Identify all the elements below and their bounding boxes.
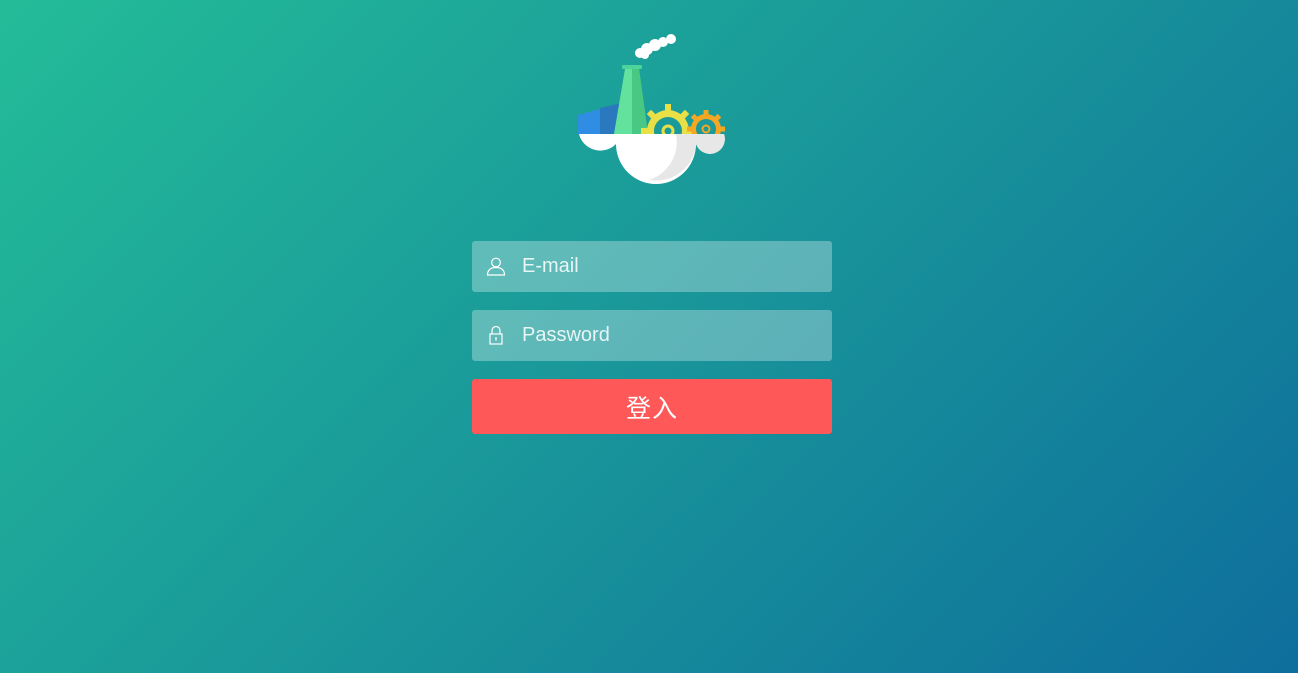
password-input[interactable] [522,310,822,361]
factory-cloud-logo [574,30,730,186]
password-field-container [472,310,832,361]
user-icon [486,256,506,276]
login-button[interactable]: 登入 [472,379,832,434]
lock-icon [486,325,506,345]
smoke-icon [635,34,676,59]
email-field-container [472,241,832,292]
email-input[interactable] [522,241,822,292]
login-form: 登入 [472,241,832,434]
